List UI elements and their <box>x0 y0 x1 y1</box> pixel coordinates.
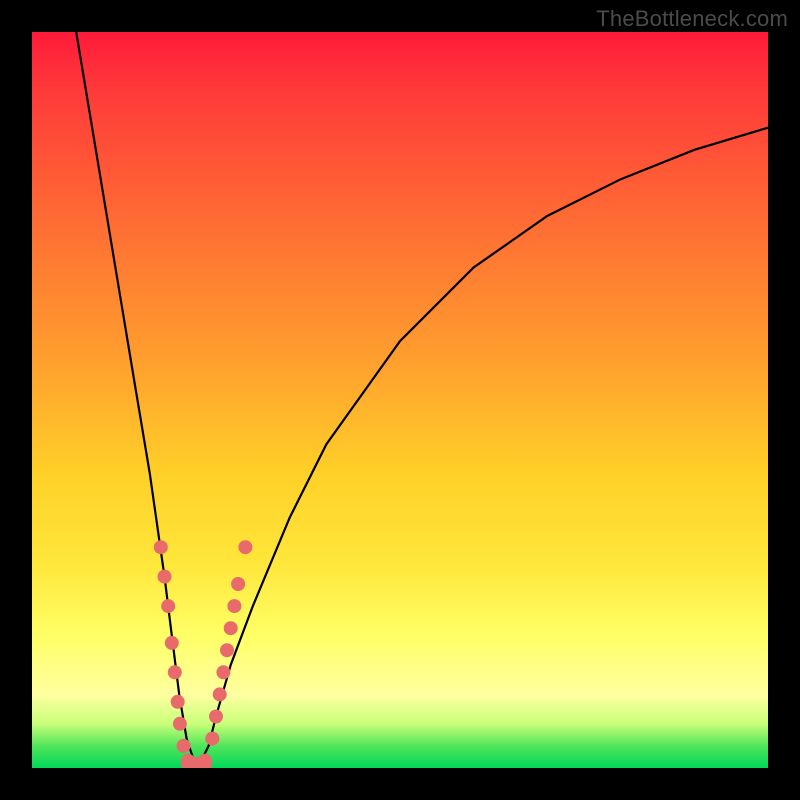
watermark-text: TheBottleneck.com <box>596 6 788 32</box>
trough-marker <box>198 754 212 768</box>
outer-frame: TheBottleneck.com <box>0 0 800 800</box>
trough-marker <box>161 599 175 613</box>
trough-marker <box>168 665 182 679</box>
trough-marker <box>173 717 187 731</box>
trough-marker <box>171 695 185 709</box>
bottleneck-curve-line <box>76 32 768 761</box>
plot-area <box>32 32 768 768</box>
trough-marker <box>216 665 230 679</box>
bottleneck-chart <box>32 32 768 768</box>
trough-marker <box>177 739 191 753</box>
trough-marker <box>154 540 168 554</box>
trough-marker <box>205 732 219 746</box>
trough-marker <box>213 687 227 701</box>
trough-marker <box>224 621 238 635</box>
trough-marker <box>220 643 234 657</box>
trough-marker <box>158 570 172 584</box>
trough-marker <box>227 599 241 613</box>
trough-markers <box>154 540 253 768</box>
trough-marker <box>231 577 245 591</box>
trough-marker <box>209 710 223 724</box>
trough-marker <box>165 636 179 650</box>
trough-marker <box>238 540 252 554</box>
